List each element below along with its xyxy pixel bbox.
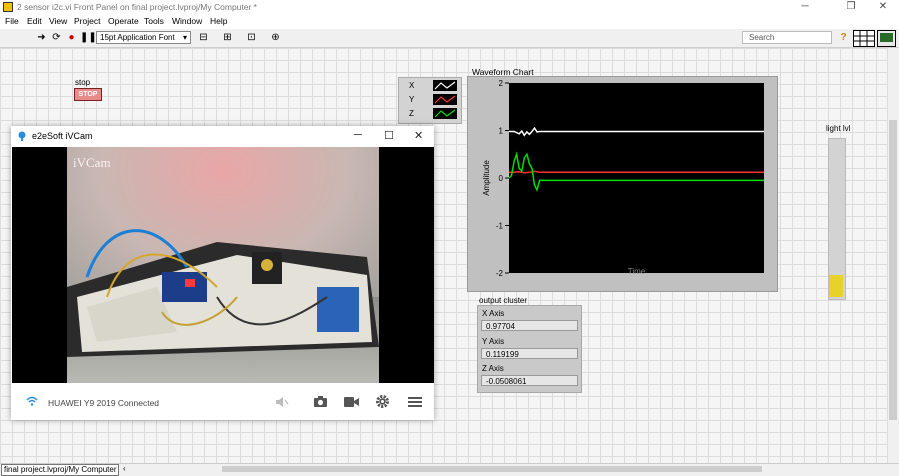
- legend-item-y[interactable]: Y: [399, 93, 461, 107]
- settings-gear-icon[interactable]: [375, 394, 390, 409]
- legend-item-z[interactable]: Z: [399, 107, 461, 121]
- y-axis-title: Amplitude: [482, 160, 491, 196]
- horizontal-scrollbar-thumb[interactable]: [222, 466, 762, 472]
- abort-icon[interactable]: ●: [66, 32, 77, 43]
- output-cluster-label: output cluster: [479, 296, 528, 305]
- window-title: 2 sensor i2c.vi Front Panel on final pro…: [17, 2, 257, 12]
- connection-status: HUAWEI Y9 2019 Connected: [48, 398, 160, 408]
- menu-window[interactable]: Window: [172, 16, 202, 26]
- z-axis-label: Z Axis: [482, 364, 504, 373]
- speaker-muted-icon[interactable]: [275, 396, 289, 408]
- video-record-icon[interactable]: [343, 396, 360, 408]
- y-tick-label: 1: [499, 127, 504, 136]
- run-continuously-icon[interactable]: ⟳: [51, 32, 62, 43]
- camera-feed-image: iVCam: [67, 147, 379, 383]
- project-path[interactable]: final project.lvproj/My Computer: [1, 464, 120, 476]
- y-tick-label: -2: [496, 269, 504, 278]
- menu-operate[interactable]: Operate: [108, 16, 139, 26]
- minimize-button[interactable]: ─: [792, 0, 818, 15]
- light-level-fill: [829, 275, 843, 297]
- font-select-label: 15pt Application Font: [100, 33, 175, 42]
- legend-swatch: [433, 94, 457, 105]
- reorder-icon[interactable]: ⊕: [270, 32, 281, 43]
- maximize-button[interactable]: ❐: [838, 0, 864, 15]
- align-objects-icon[interactable]: ⊟: [198, 32, 209, 43]
- resize-objects-icon[interactable]: ⊡: [246, 32, 257, 43]
- legend-item-x[interactable]: X: [399, 79, 461, 93]
- search-placeholder: Search: [749, 33, 775, 42]
- plot-legend: X Y Z: [398, 77, 462, 124]
- y-axis-value: 0.119199: [481, 348, 578, 359]
- plot-area: [509, 83, 764, 273]
- close-button[interactable]: ✕: [870, 0, 896, 15]
- help-icon[interactable]: ?: [838, 32, 849, 43]
- x-axis-value: 0.97704: [481, 320, 578, 331]
- run-arrow-icon[interactable]: ➜: [36, 32, 47, 43]
- y-tick-label: 2: [499, 79, 504, 88]
- legend-name: Z: [409, 109, 414, 118]
- light-level-label: light lvl: [826, 124, 851, 133]
- connector-pane-icon[interactable]: [853, 30, 897, 48]
- vertical-scrollbar-thumb[interactable]: [889, 120, 897, 420]
- menu-bar: File Edit View Project Operate Tools Win…: [0, 15, 899, 29]
- distribute-objects-icon[interactable]: ⊞: [222, 32, 233, 43]
- chevron-down-icon: ▾: [182, 33, 187, 42]
- legend-name: Y: [409, 95, 415, 104]
- title-bar: 2 sensor i2c.vi Front Panel on final pro…: [0, 0, 899, 15]
- legend-swatch: [433, 108, 457, 119]
- scroll-left-arrow-icon[interactable]: ‹: [123, 464, 126, 473]
- search-input[interactable]: Search: [742, 31, 832, 44]
- ivcam-title: e2eSoft iVCam: [32, 131, 93, 141]
- y-tick-label: 0: [499, 174, 504, 183]
- x-axis-title: Time: [628, 267, 646, 276]
- ivcam-close-button[interactable]: ✕: [414, 129, 423, 142]
- font-select[interactable]: 15pt Application Font ▾: [96, 31, 191, 44]
- stop-button[interactable]: STOP: [74, 88, 102, 101]
- ivcam-minimize-button[interactable]: ─: [354, 129, 362, 141]
- ivcam-watermark: iVCam: [73, 155, 111, 170]
- menu-edit[interactable]: Edit: [27, 16, 42, 26]
- legend-swatch: [433, 80, 457, 91]
- wifi-icon: [26, 396, 38, 406]
- menu-view[interactable]: View: [49, 16, 67, 26]
- menu-file[interactable]: File: [5, 16, 19, 26]
- ivcam-maximize-button[interactable]: ☐: [384, 129, 394, 142]
- y-axis-label: Y Axis: [482, 337, 505, 346]
- labview-app-icon: [3, 2, 13, 12]
- menu-help[interactable]: Help: [210, 16, 227, 26]
- pause-icon[interactable]: ❚❚: [80, 32, 97, 43]
- menu-tools[interactable]: Tools: [144, 16, 164, 26]
- waveform-plot: 2 1 0 -1 -2 Amplitude Time: [482, 79, 764, 278]
- stop-label: stop: [75, 78, 91, 87]
- menu-project[interactable]: Project: [74, 16, 100, 26]
- x-axis-label: X Axis: [482, 309, 505, 318]
- z-axis-value: -0.0508061: [481, 375, 578, 386]
- ivcam-logo-icon: [18, 131, 26, 141]
- legend-name: X: [409, 81, 415, 90]
- y-tick-label: -1: [496, 222, 504, 231]
- camera-snapshot-icon[interactable]: [313, 395, 328, 408]
- menu-hamburger-icon[interactable]: [408, 396, 422, 408]
